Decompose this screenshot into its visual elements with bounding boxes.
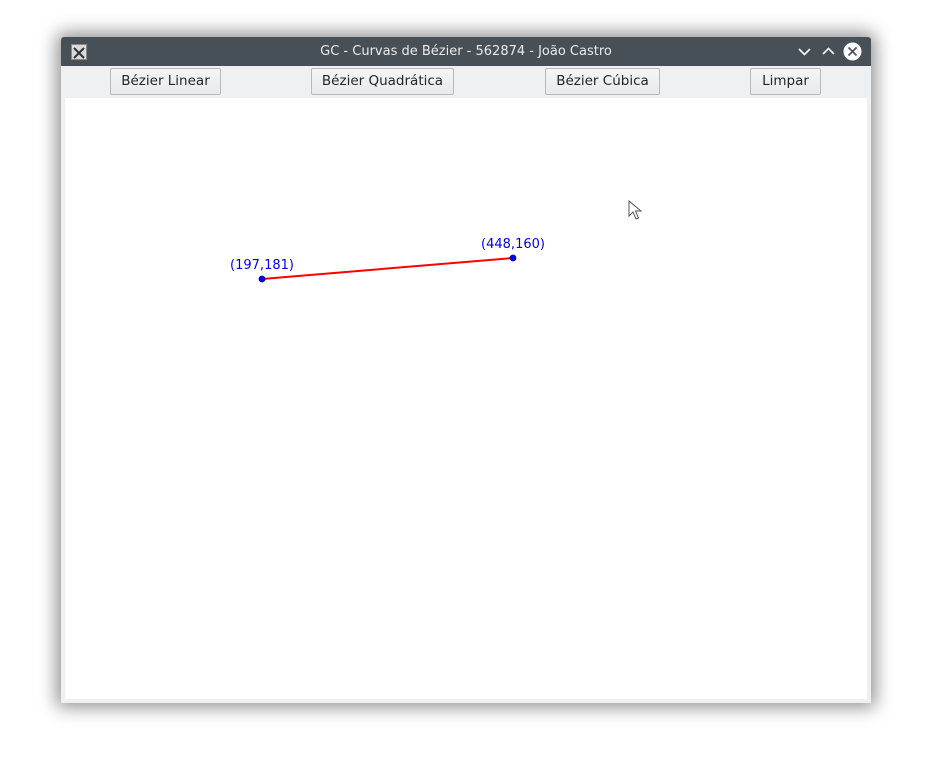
control-point[interactable] <box>509 254 517 262</box>
toolbar: Bézier Linear Bézier Quadrática Bézier C… <box>61 66 871 97</box>
mouse-cursor-icon <box>628 200 643 220</box>
control-point[interactable] <box>258 275 266 283</box>
drawing-canvas[interactable]: (197,181) (448,160) <box>65 98 867 699</box>
bezier-linear-button[interactable]: Bézier Linear <box>110 68 221 95</box>
bezier-cubic-button[interactable]: Bézier Cúbica <box>545 68 660 95</box>
bezier-linear-segment <box>261 257 514 280</box>
drawing-surface[interactable]: (197,181) (448,160) <box>65 98 867 699</box>
close-icon[interactable] <box>843 42 862 61</box>
app-window: GC - Curvas de Bézier - 562874 - João Ca… <box>61 37 871 703</box>
control-point-label: (448,160) <box>481 237 545 252</box>
window-title: GC - Curvas de Bézier - 562874 - João Ca… <box>320 44 612 59</box>
minimize-icon[interactable] <box>795 42 814 61</box>
maximize-icon[interactable] <box>819 42 838 61</box>
clear-button[interactable]: Limpar <box>750 68 821 95</box>
bezier-quadratic-button[interactable]: Bézier Quadrática <box>311 68 454 95</box>
title-bar[interactable]: GC - Curvas de Bézier - 562874 - João Ca… <box>61 37 871 66</box>
control-point-label: (197,181) <box>230 258 294 273</box>
